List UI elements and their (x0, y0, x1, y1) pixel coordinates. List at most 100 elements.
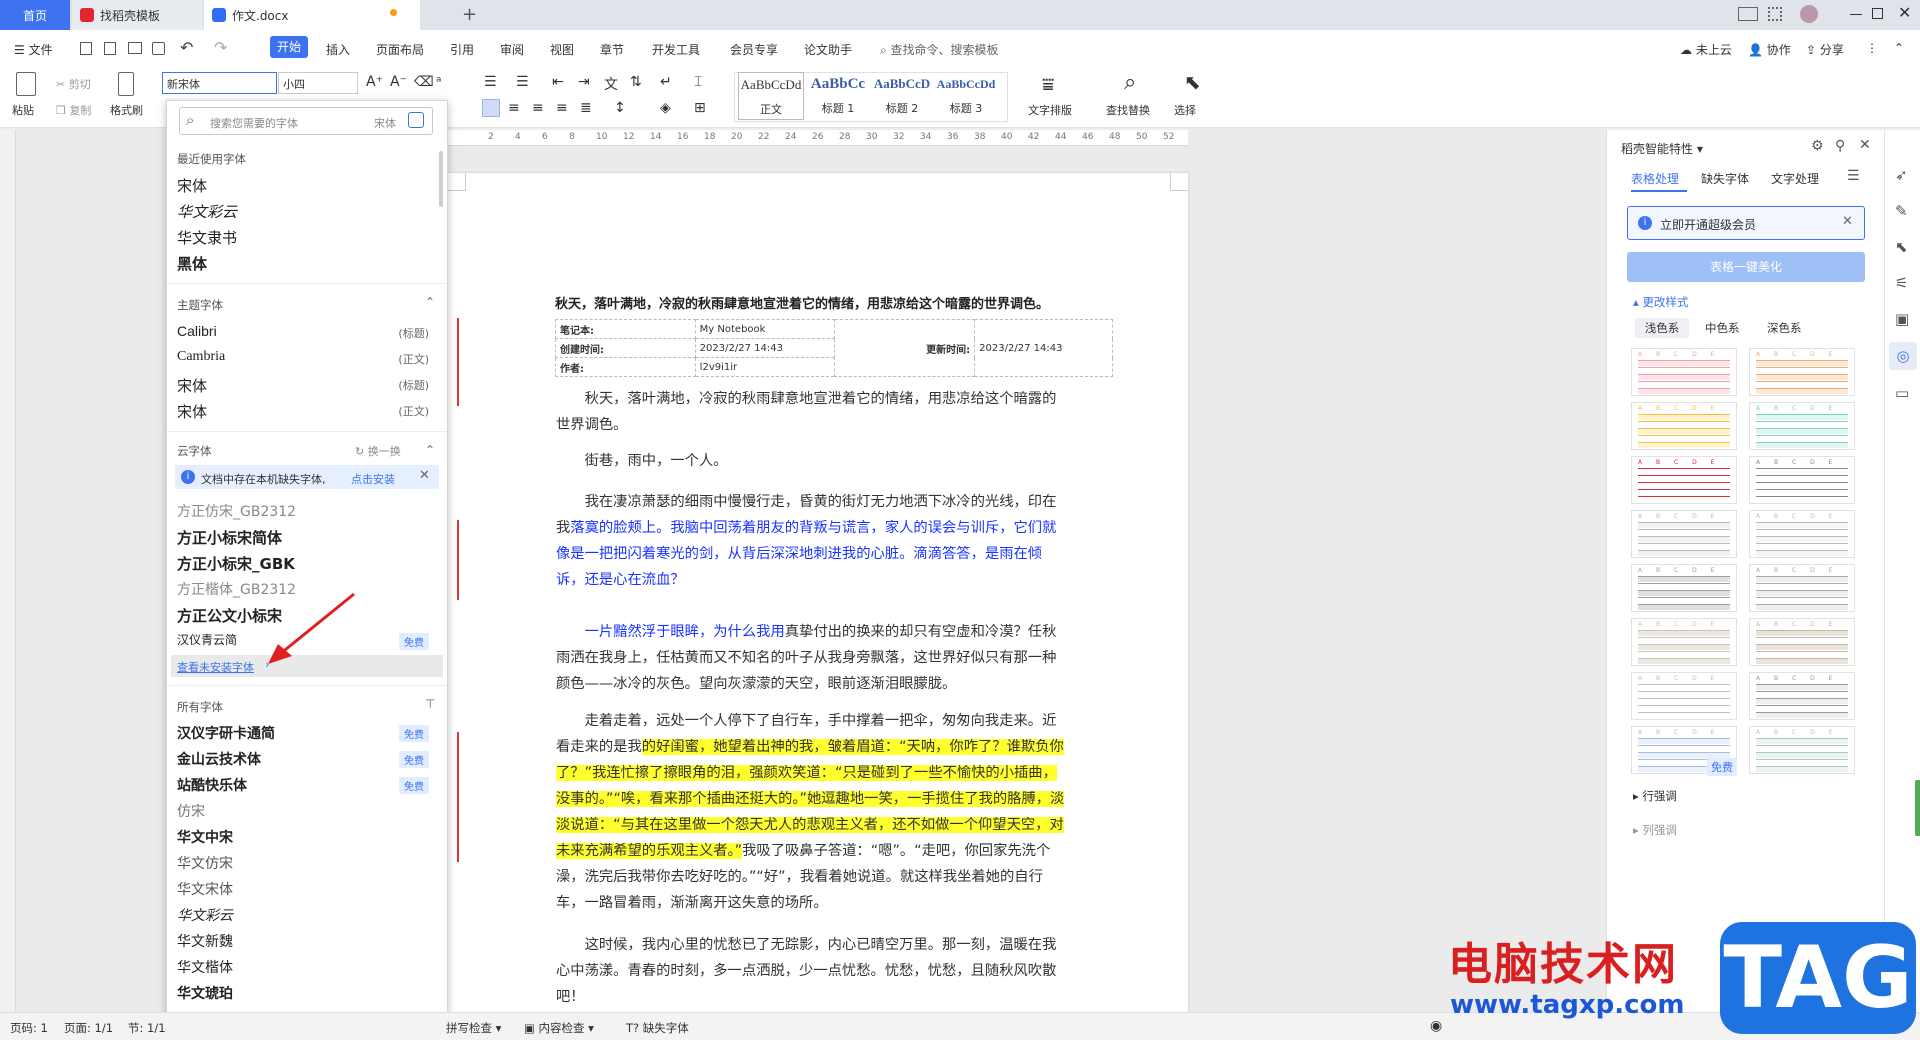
table-style-thumbnail[interactable]: A B C D E (1631, 456, 1737, 504)
menu-developer[interactable]: 开发工具 (652, 41, 700, 58)
font-option[interactable]: 华文新魏 (177, 931, 233, 951)
tab-document[interactable]: 作文.docx (204, 0, 420, 30)
format-painter-icon[interactable] (118, 72, 134, 96)
text-layout-button[interactable]: 文字排版 (1028, 102, 1072, 118)
menu-start[interactable]: 开始 (270, 36, 308, 58)
clear-format-icon[interactable]: ⌫ (414, 74, 434, 90)
font-option[interactable]: 宋体 (177, 401, 207, 422)
paragraph[interactable]: 秋天，落叶满地，冷寂的秋雨肆意地宣泄着它的情绪，用悲凉给这个暗露的世界调色。 (556, 386, 1068, 438)
paragraph[interactable]: 这时候，我内心里的忧愁已了无踪影，内心已晴空万里。那一刻，温暖在我心中荡漾。青春… (556, 932, 1068, 1010)
redo-icon[interactable]: ↷ (214, 38, 227, 57)
image-tool-icon[interactable]: ▣ (1895, 310, 1909, 328)
table-style-thumbnail[interactable]: A B C D E (1749, 456, 1855, 504)
font-search-box[interactable]: ⌕ 搜索您需要的字体 宋体 (179, 107, 433, 135)
new-tab-icon[interactable]: + (462, 4, 477, 25)
spell-check-button[interactable]: 拼写检查 ▾ (446, 1020, 501, 1036)
minimize-icon[interactable] (1850, 14, 1862, 15)
table-cell[interactable]: My Notebook (694, 319, 836, 339)
paste-button[interactable]: 粘贴 (12, 102, 34, 118)
table-cell[interactable]: 2023/2/27 14:43 (694, 338, 836, 358)
font-option[interactable]: 方正小标宋_GBK (177, 553, 295, 574)
align-center-icon[interactable]: ≡ (508, 100, 520, 116)
select-button[interactable]: 选择 (1174, 102, 1196, 118)
pen-icon[interactable]: ✎ (1895, 202, 1908, 220)
table-cell[interactable]: 作者: (555, 357, 696, 377)
color-tab-dark[interactable]: 深色系 (1767, 320, 1802, 336)
table-cell[interactable]: 更新时间: (834, 319, 976, 377)
style-normal[interactable]: AaBbCcDd 正文 (738, 72, 804, 120)
rocket-icon[interactable]: ➶ (1895, 166, 1908, 184)
tab-text-processing[interactable]: 文字处理 (1771, 170, 1819, 187)
print-preview-icon[interactable] (152, 42, 165, 55)
smart-feature-icon[interactable]: ◎ (1889, 342, 1917, 370)
line-spacing-icon[interactable]: ↕ (614, 100, 626, 116)
font-option[interactable]: 仿宋 (177, 801, 205, 821)
panel-scrollbar[interactable] (439, 151, 443, 207)
info-table[interactable]: 笔记本: My Notebook 更新时间: 2023/2/27 14:43 创建时间… (555, 319, 1113, 377)
eye-icon[interactable]: ◉ (1430, 1018, 1442, 1034)
table-cell[interactable]: 笔记本: (555, 319, 696, 339)
cloud-status[interactable]: ☁ 未上云 (1680, 41, 1732, 58)
font-option[interactable]: 金山云技术体 (177, 749, 261, 769)
table-style-thumbnail[interactable]: A B C D E (1631, 564, 1737, 612)
refresh-button[interactable]: ↻ 换一换 (355, 443, 401, 459)
font-grow-icon[interactable]: A⁺ (366, 74, 383, 90)
share-button[interactable]: ⇪ 分享 (1806, 41, 1844, 58)
chevron-up-icon[interactable]: ⌃ (425, 295, 435, 309)
settings-icon[interactable]: ⚙ (1811, 138, 1824, 154)
font-option[interactable]: 华文楷体 (177, 957, 233, 977)
menu-insert[interactable]: 插入 (326, 41, 350, 58)
menu-layout[interactable]: 页面布局 (376, 41, 424, 58)
numbering-icon[interactable]: ☰ (516, 74, 529, 90)
font-option[interactable]: 宋体 (177, 375, 207, 396)
color-tab-medium[interactable]: 中色系 (1705, 320, 1740, 336)
paragraph[interactable]: 走着走着，远处一个人停下了自行车，手中撑着一把伞，匆匆向我走来。近看走来的是我的… (556, 708, 1068, 916)
format-painter-button[interactable]: 格式刷 (110, 102, 143, 118)
chevron-up-icon[interactable]: ⌃ (425, 443, 435, 457)
table-style-thumbnail[interactable]: A B C D E (1631, 402, 1737, 450)
command-search[interactable]: ⌕ 查找命令、搜索模板 (880, 41, 999, 58)
document-page[interactable]: 秋天，落叶满地，冷寂的秋雨肆意地宣泄着它的情绪，用悲凉给这个暗露的世界调色。 笔… (448, 173, 1188, 1033)
table-cell[interactable]: 创建时间: (555, 338, 696, 358)
sliders-icon[interactable]: ⚟ (1895, 274, 1908, 292)
missing-fonts-button[interactable]: T? 缺失字体 (626, 1020, 689, 1036)
font-dropdown-panel[interactable]: ⌕ 搜索您需要的字体 宋体 最近使用字体 宋体 华文彩云 华文隶书 黑体 主题字… (166, 100, 448, 1036)
style-heading3[interactable]: AaBbCcDd 标题 3 (934, 72, 998, 120)
bullets-icon[interactable]: ☰ (484, 74, 497, 90)
font-option[interactable]: 黑体 (177, 253, 207, 274)
beautify-table-button[interactable]: 表格一键美化 (1627, 252, 1865, 282)
font-option[interactable]: 方正仿宋_GB2312 (177, 501, 296, 521)
font-option[interactable]: 方正小标宋简体 (177, 527, 282, 548)
font-option[interactable]: 汉仪青云简 (177, 631, 237, 648)
justify-icon[interactable]: ≡ (556, 100, 568, 116)
table-style-thumbnail[interactable]: A B C D E (1749, 564, 1855, 612)
table-style-thumbnail[interactable]: A B C D E (1749, 402, 1855, 450)
borders-icon[interactable]: ⊞ (694, 100, 706, 116)
find-replace-button[interactable]: 查找替换 (1106, 102, 1150, 118)
tab-template[interactable]: 找稻壳模板 (72, 0, 202, 30)
align-right-icon[interactable]: ≡ (532, 100, 544, 116)
sort-icon[interactable]: ⇅ (630, 74, 642, 90)
menu-review[interactable]: 审阅 (500, 41, 524, 58)
table-style-thumbnail[interactable]: A B C D E (1749, 726, 1855, 774)
table-style-thumbnail[interactable]: A B C D E (1749, 510, 1855, 558)
change-style-toggle[interactable]: ▴ 更改样式 (1633, 294, 1688, 310)
menu-section[interactable]: 章节 (600, 41, 624, 58)
indent-icon[interactable]: ⇥ (578, 74, 590, 90)
row-emphasis-toggle[interactable]: ▸ 行强调 (1633, 788, 1677, 804)
copy-button[interactable]: ❐ 复制 (56, 102, 91, 118)
col-emphasis-toggle[interactable]: ▸ 列强调 (1633, 822, 1677, 838)
save-icon[interactable] (80, 42, 92, 55)
panel-title[interactable]: 稻壳智能特性 ▾ (1621, 140, 1703, 157)
outdent-icon[interactable]: ⇤ (552, 74, 564, 90)
file-menu[interactable]: ☰ 文件 (14, 41, 53, 58)
paragraph[interactable]: 街巷，雨中，一个人。 (556, 448, 1068, 474)
close-icon[interactable]: ✕ (419, 468, 430, 483)
find-replace-icon[interactable]: ⌕ (1124, 70, 1136, 95)
select-cursor-icon[interactable]: ⬉ (1184, 70, 1201, 94)
cursor-icon[interactable]: ⬉ (1895, 238, 1908, 256)
font-search-input[interactable]: 搜索您需要的字体 (210, 115, 298, 131)
more-icon[interactable]: ⋮ (1866, 41, 1878, 55)
tab-missing-fonts[interactable]: 缺失字体 (1701, 170, 1749, 187)
chinese-layout-icon[interactable]: 文 (604, 74, 618, 94)
